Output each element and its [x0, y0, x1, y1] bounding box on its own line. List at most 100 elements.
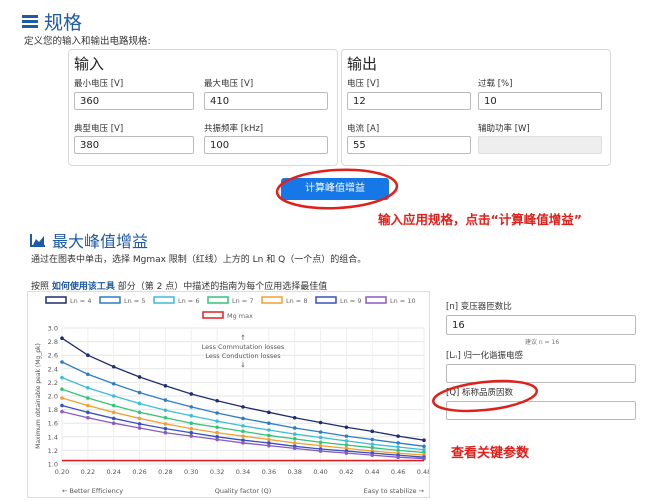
output-current-label: 电流 [A]	[347, 124, 380, 134]
x-tick-label: 0.38	[287, 468, 301, 476]
y-tick-label: 1.8	[48, 406, 58, 414]
output-voltage-input[interactable]: 12	[347, 92, 471, 110]
data-point	[60, 403, 64, 408]
min-voltage-input[interactable]: 360	[74, 92, 194, 110]
data-point	[137, 401, 142, 406]
legend-label: Ln = 6	[178, 297, 199, 305]
aux-power-label: 辅助功率 [W]	[478, 124, 530, 134]
data-point	[318, 449, 323, 453]
x-tick-label: 0.30	[184, 468, 198, 476]
x-tick-label: 0.32	[210, 468, 224, 476]
y-tick-label: 2.2	[48, 379, 58, 387]
data-point	[241, 405, 245, 409]
data-point	[86, 372, 90, 377]
x-tick-label: 0.36	[262, 468, 276, 476]
chart-annotation: Less Conduction losses	[205, 352, 281, 360]
y-tick-label: 1.6	[48, 420, 58, 428]
data-point	[137, 410, 142, 415]
x-tick-label: 0.44	[365, 468, 379, 476]
data-point	[189, 434, 194, 438]
data-point	[370, 442, 375, 447]
chart-annotation-right: Easy to stabilize →	[364, 487, 425, 495]
output-current-input[interactable]: 55	[347, 136, 471, 154]
max-voltage-label: 最大电压 [V]	[204, 79, 254, 89]
x-tick-label: 0.48	[417, 468, 429, 476]
data-point	[396, 445, 400, 449]
y-tick-label: 3.0	[48, 325, 58, 333]
legend-swatch	[365, 296, 387, 304]
peak-gain-desc-1: 通过在图表中单击，选择 Mgmax 限制（红线）上方的 Ln 和 Q（一个点）的…	[31, 255, 367, 265]
legend-swatch	[261, 296, 283, 304]
legend-label: Ln = 10	[390, 297, 416, 305]
data-point	[111, 381, 116, 386]
turns-ratio-hint: 建议 n = 16	[525, 339, 560, 346]
legend-label: Ln = 4	[70, 297, 91, 305]
legend-label: Ln = 5	[124, 297, 145, 305]
data-point	[318, 443, 323, 448]
legend-label: Ln = 7	[232, 297, 253, 305]
input-card-title: 输入	[74, 55, 105, 73]
data-point	[396, 434, 400, 438]
resonant-frequency-label: 共振频率 [kHz]	[204, 124, 264, 134]
data-point	[370, 429, 375, 434]
data-point	[60, 336, 64, 340]
data-point	[267, 428, 271, 432]
data-point	[370, 445, 375, 450]
data-point	[163, 415, 168, 420]
output-card: 输出 电压 [V] 12 过载 [%] 10 电流 [A] 55 辅助功率 [W…	[341, 49, 611, 166]
spec-section-title: 规格	[22, 8, 82, 35]
data-point	[344, 434, 349, 438]
y-tick-label: 2.0	[48, 393, 58, 401]
data-point	[215, 419, 219, 423]
chart-svg[interactable]: 1.01.21.41.61.82.02.22.42.62.83.00.20 0.2…	[28, 292, 431, 497]
data-point	[318, 430, 323, 434]
data-point	[86, 386, 90, 390]
typical-voltage-input[interactable]: 380	[74, 136, 194, 154]
data-point	[318, 420, 323, 425]
peak-gain-chart[interactable]: 1.0 1.2 1.4 1.6 1.8 2.0 2.2 2.4 2.6 2.8 3.0 0.20 0.2…	[27, 291, 431, 498]
aux-power-input[interactable]	[478, 136, 602, 154]
normalized-inductance-label: [Lₙ] 归一化谐振电感	[446, 351, 523, 361]
highlight-circle-2	[432, 379, 538, 413]
resonant-frequency-input[interactable]: 100	[204, 136, 328, 154]
legend-label: Ln = 9	[340, 297, 361, 305]
data-point	[215, 430, 219, 435]
data-point	[60, 409, 64, 414]
data-point	[370, 453, 375, 457]
turns-ratio-input[interactable]: 16	[446, 315, 636, 335]
data-point	[215, 425, 219, 430]
x-tick-label: 0.24	[106, 468, 120, 476]
data-point	[189, 405, 194, 409]
y-tick-label: 2.4	[48, 365, 58, 373]
y-tick-label: 2.6	[48, 352, 58, 360]
turns-ratio-label: [n] 变压器匝数比	[446, 302, 512, 312]
data-point	[111, 403, 116, 408]
max-voltage-input[interactable]: 410	[204, 92, 328, 110]
data-point	[344, 443, 349, 447]
data-point	[189, 413, 194, 418]
data-point	[189, 426, 194, 431]
data-point	[318, 440, 323, 445]
data-point	[422, 438, 426, 442]
data-point	[86, 415, 90, 420]
data-point	[292, 426, 297, 430]
data-point	[267, 433, 271, 438]
data-point	[241, 424, 245, 428]
data-point	[267, 421, 271, 425]
data-point	[137, 416, 142, 421]
data-point	[344, 451, 349, 455]
x-tick-label: 0.46	[391, 468, 405, 476]
x-tick-label: 0.20	[55, 468, 69, 476]
legend-label: Mg max	[227, 312, 253, 320]
overload-input[interactable]: 10	[478, 92, 602, 110]
x-tick-label: 0.28	[158, 468, 172, 476]
data-point	[111, 421, 116, 425]
legend-swatch	[202, 311, 224, 319]
data-point	[241, 441, 245, 445]
output-card-title: 输出	[347, 55, 378, 73]
list-icon	[22, 13, 38, 30]
legend-swatch	[315, 296, 337, 304]
data-point	[163, 426, 168, 431]
input-card: 输入 最小电压 [V] 360 最大电压 [V] 410 典型电压 [V] 38…	[68, 49, 338, 166]
typical-voltage-label: 典型电压 [V]	[74, 124, 124, 134]
